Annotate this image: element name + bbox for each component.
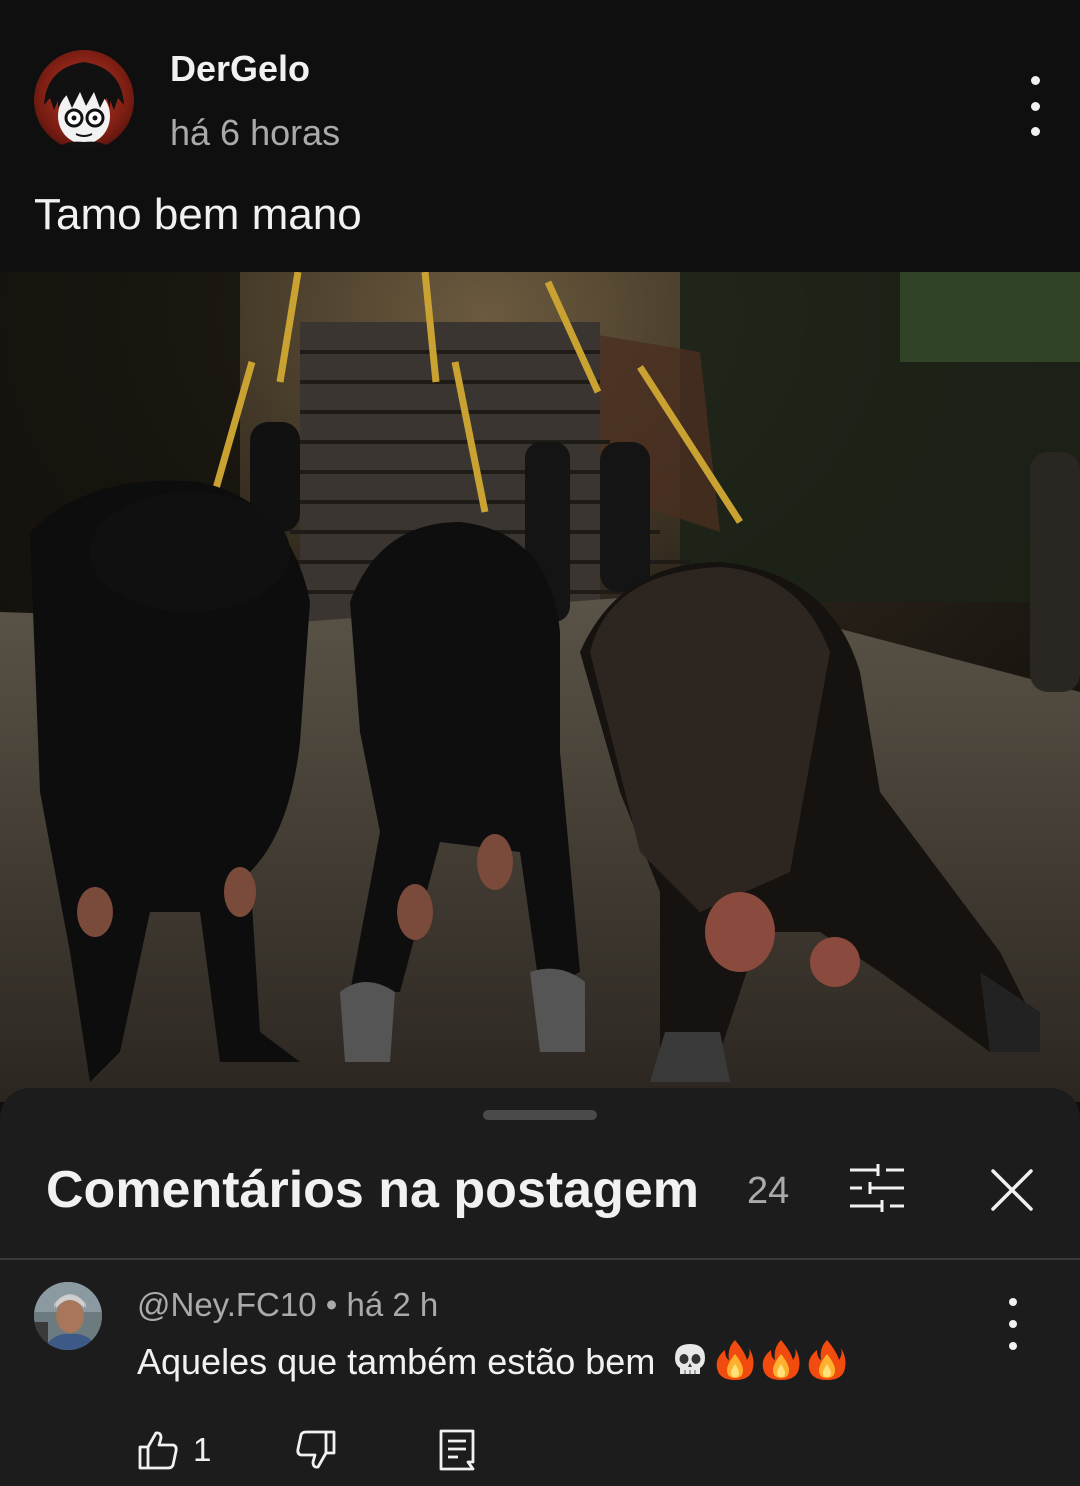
commenter-avatar[interactable] [34, 1282, 102, 1350]
dislike-button[interactable] [295, 1428, 337, 1472]
comment-more-vert-icon[interactable] [993, 1298, 1033, 1350]
skull-emoji-icon [671, 1341, 709, 1388]
comments-count: 24 [747, 1170, 790, 1212]
fire-emoji-icon [715, 1338, 755, 1391]
like-count: 1 [193, 1431, 212, 1468]
comment-author[interactable]: @Ney.FC10 [137, 1286, 317, 1323]
post-photo-illustration [0, 272, 1080, 1102]
avatar-illustration [44, 62, 124, 150]
post-image[interactable] [0, 272, 1080, 1102]
sheet-divider [0, 1258, 1080, 1260]
post-header: DerGelo há 6 horas Tamo bem mano [0, 0, 1080, 272]
reply-comment-icon [439, 1429, 475, 1471]
sort-filter-icon[interactable] [848, 1164, 906, 1212]
post-author-name[interactable]: DerGelo [170, 48, 310, 90]
comment-text: Aqueles que também estão bem [137, 1341, 656, 1383]
thumb-up-icon [138, 1431, 178, 1470]
comment-body: Aqueles que também estão bem [137, 1338, 847, 1391]
drag-handle[interactable] [483, 1110, 597, 1120]
commenter-avatar-illustration [34, 1282, 102, 1350]
comment-meta: @Ney.FC10 • há 2 h [137, 1286, 438, 1324]
reply-button[interactable] [438, 1428, 476, 1472]
fire-emoji-icon [807, 1338, 847, 1391]
more-vert-icon[interactable] [1015, 76, 1055, 136]
close-icon[interactable] [990, 1168, 1034, 1212]
comments-sheet: Comentários na postagem 24 @Ney.FC10 • h… [0, 1088, 1080, 1486]
post-text: Tamo bem mano [34, 190, 362, 239]
meta-separator: • [316, 1286, 347, 1323]
comments-title: Comentários na postagem [46, 1161, 700, 1219]
like-button[interactable]: 1 [137, 1428, 211, 1472]
post-timestamp: há 6 horas [170, 112, 341, 153]
author-avatar[interactable] [34, 50, 134, 150]
comment-time: há 2 h [346, 1286, 439, 1323]
fire-emoji-icon [761, 1338, 801, 1391]
thumb-down-icon [296, 1430, 336, 1469]
